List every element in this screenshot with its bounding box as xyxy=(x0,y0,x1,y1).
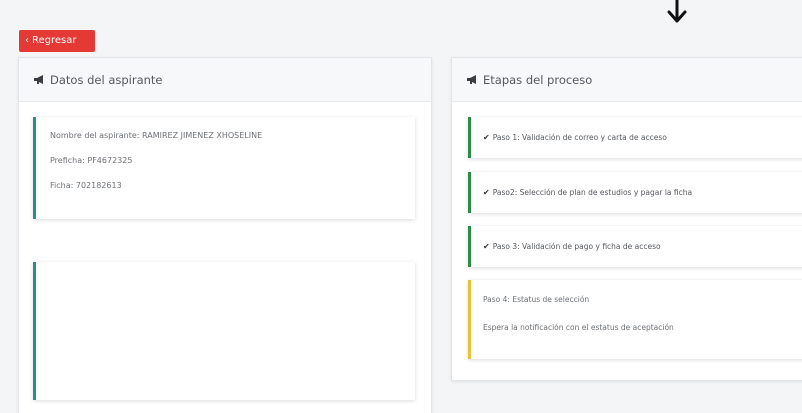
applicant-name: Nombre del aspirante: RAMIREZ JIMENEZ XH… xyxy=(50,131,263,140)
step-label: Paso2: Selección de plan de estudios y p… xyxy=(492,188,693,197)
pending-step-message: Espera la notificación con el estatus de… xyxy=(483,323,674,332)
chevron-left-icon: ‹ xyxy=(25,35,29,46)
pending-step-card: Paso 4: Estatus de selección Espera la n… xyxy=(468,280,802,359)
empty-card xyxy=(33,262,415,400)
check-icon: ✔ xyxy=(483,133,490,142)
step-label: Paso 1: Validación de correo y carta de … xyxy=(492,133,667,142)
pending-step-title: Paso 4: Estatus de selección xyxy=(483,295,590,304)
check-icon: ✔ xyxy=(483,188,490,197)
process-panel-title: Etapas del proceso xyxy=(483,72,593,87)
step-card-1: ✔ Paso 1: Validación de correo y carta d… xyxy=(468,117,802,158)
back-button[interactable]: ‹ Regresar xyxy=(19,30,95,52)
applicant-panel-header: Datos del aspirante xyxy=(19,58,431,102)
check-icon: ✔ xyxy=(483,242,490,251)
process-panel-header: Etapas del proceso xyxy=(452,58,802,102)
megaphone-icon xyxy=(34,75,43,84)
megaphone-icon xyxy=(467,75,476,84)
back-button-label: Regresar xyxy=(32,35,77,46)
step-label: Paso 3: Validación de pago y ficha de ac… xyxy=(492,242,661,251)
process-panel: Etapas del proceso ✔ Paso 1: Validación … xyxy=(451,57,802,381)
arrow-down-icon xyxy=(667,0,687,23)
page: ‹ Regresar Datos del aspirante Nombre del… xyxy=(0,0,802,413)
applicant-panel-title: Datos del aspirante xyxy=(50,72,163,87)
step-card-3: ✔ Paso 3: Validación de pago y ficha de … xyxy=(468,226,802,267)
step-card-2: ✔ Paso2: Selección de plan de estudios y… xyxy=(468,172,802,213)
applicant-panel: Datos del aspirante Nombre del aspirante… xyxy=(18,57,432,413)
applicant-info-card: Nombre del aspirante: RAMIREZ JIMENEZ XH… xyxy=(33,117,415,219)
applicant-ficha: Ficha: 702182613 xyxy=(50,181,122,190)
applicant-preficha: Preficha: PF4672325 xyxy=(50,156,133,165)
